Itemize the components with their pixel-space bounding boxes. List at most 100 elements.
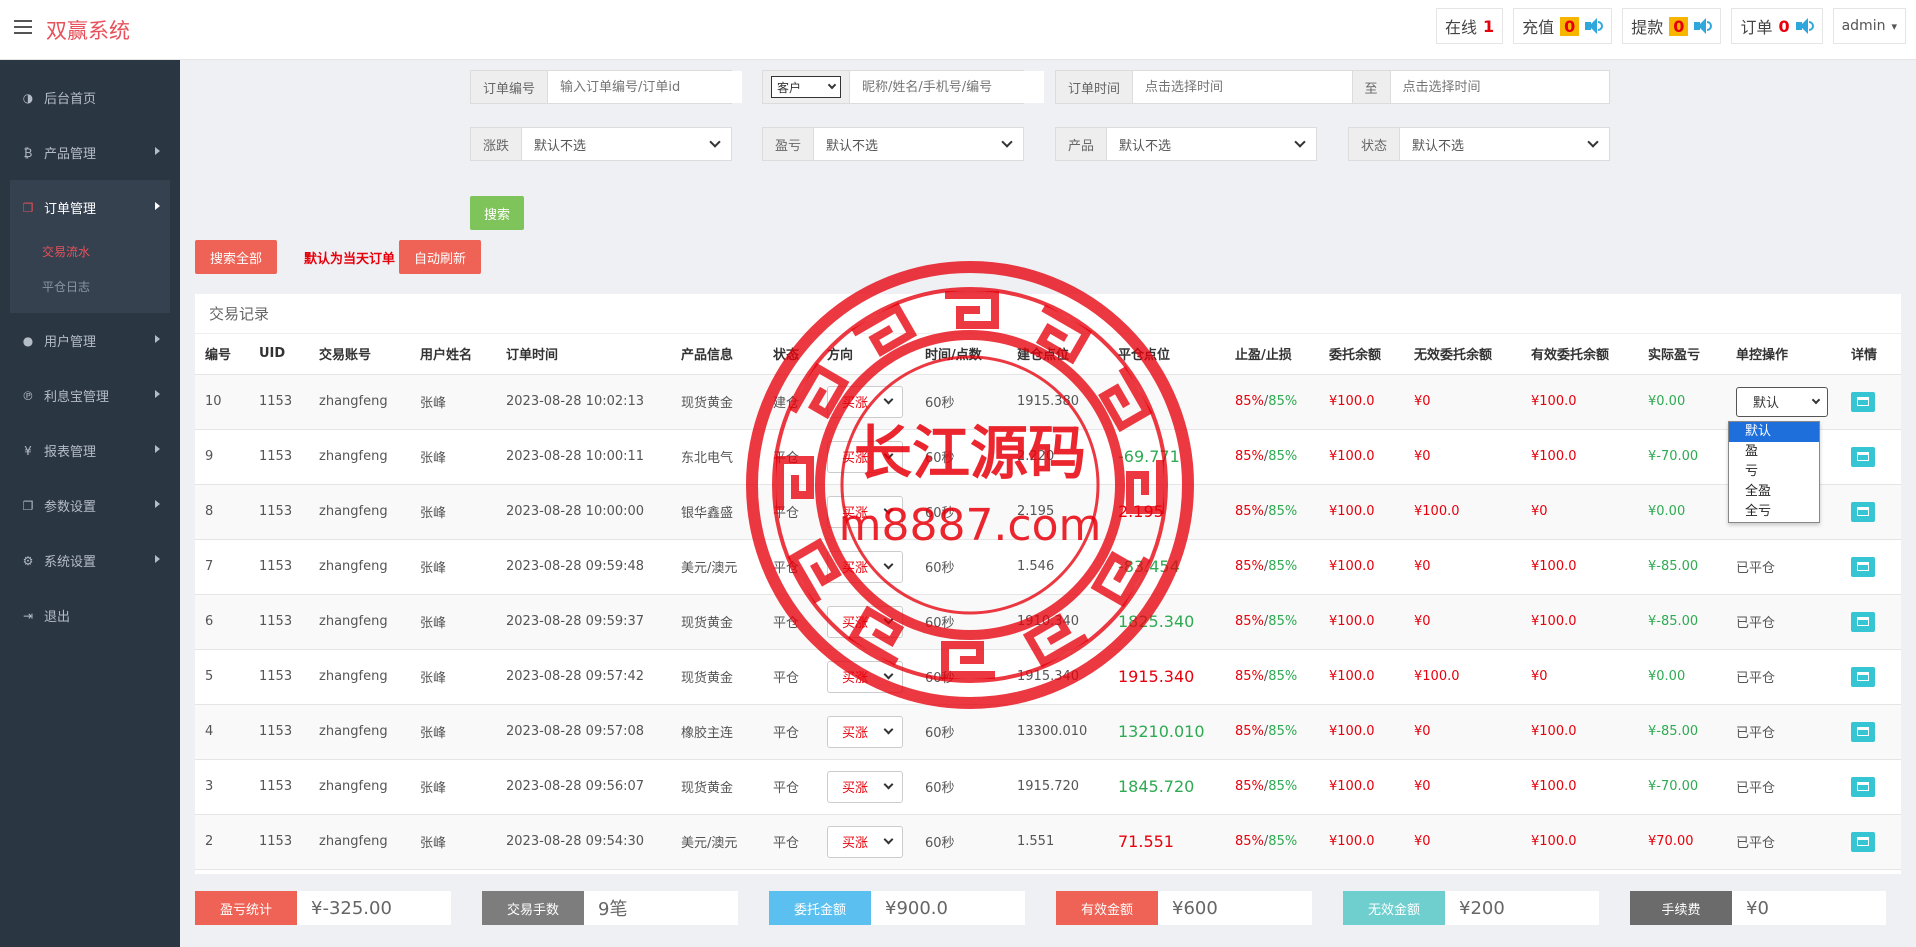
chevron-down-icon (883, 834, 894, 845)
cell-entrust: ¥100.0 (1319, 759, 1404, 815)
detail-list-icon[interactable] (1851, 501, 1875, 522)
detail-list-icon[interactable] (1851, 391, 1875, 412)
detail-list-icon[interactable] (1851, 556, 1875, 577)
cell-direction: 买涨 (817, 704, 915, 760)
chevron-right-icon (155, 390, 160, 398)
detail-list-icon[interactable] (1851, 611, 1875, 632)
cell-uid: 1153 (249, 759, 309, 815)
cell-name: 张峰 (410, 759, 496, 815)
direction-select[interactable]: 买涨 (827, 715, 903, 748)
header-stat-2[interactable]: 提款 0 (1622, 8, 1722, 44)
detail-list-icon[interactable] (1851, 666, 1875, 687)
cell-status: 平仓 (763, 594, 817, 650)
cell-uid: 1153 (249, 484, 309, 540)
direction-select[interactable]: 买涨 (827, 770, 903, 803)
cell-direction: 买涨 (817, 759, 915, 815)
sidebar-group-padding (10, 305, 170, 313)
customer-type-select[interactable]: 客户 (771, 76, 841, 98)
cell-control: 已平仓 (1726, 814, 1841, 870)
summary-stat-0: 盈亏统计 ¥-325.00 (195, 891, 451, 925)
control-option[interactable]: 全盈 (1729, 482, 1819, 502)
order-time-start-input[interactable] (1133, 71, 1352, 103)
cell-entrust: ¥100.0 (1319, 704, 1404, 760)
cell-entrust: ¥100.0 (1319, 484, 1404, 540)
sidebar-subitem-0[interactable]: 交易流水 (10, 235, 170, 270)
cell-tp-sl: 85%/85% (1225, 704, 1319, 760)
control-option[interactable]: 默认 (1729, 422, 1819, 442)
table-row: 10 1153 zhangfeng 张峰 2023-08-28 10:02:13 现货黄金… (195, 374, 1901, 430)
search-all-button[interactable]: 搜索全部 (195, 240, 277, 274)
header-stat-0[interactable]: 在线 1 (1435, 8, 1504, 44)
sidebar-subitem-1[interactable]: 平仓日志 (10, 270, 170, 305)
status-select[interactable]: 默认不选 (1400, 128, 1609, 160)
cell-entrust: ¥100.0 (1319, 429, 1404, 485)
cell-open: 1915.380 (1007, 374, 1108, 430)
chevron-down-icon (709, 136, 721, 148)
cell-invalid: ¥0 (1404, 374, 1521, 430)
sidebar-item-3[interactable]: ● 用户管理 (0, 313, 180, 368)
cell-valid: ¥100.0 (1521, 814, 1638, 870)
detail-list-icon[interactable] (1851, 831, 1875, 852)
detail-list-icon[interactable] (1851, 776, 1875, 797)
admin-user-menu[interactable]: admin (1832, 8, 1906, 44)
direction-select[interactable]: 买涨 (827, 495, 903, 528)
speaker-icon[interactable] (1694, 18, 1713, 34)
product-select[interactable]: 默认不选 (1107, 128, 1316, 160)
sidebar-item-8[interactable]: ⇥ 退出 (0, 588, 180, 643)
profit-loss-select[interactable]: 默认不选 (814, 128, 1023, 160)
sidebar-item-1[interactable]: ₿ 产品管理 (0, 125, 180, 180)
search-button[interactable]: 搜索 (470, 196, 524, 230)
speaker-icon[interactable] (1795, 18, 1814, 34)
control-select[interactable]: 默认 (1736, 386, 1828, 417)
direction-select[interactable]: 买涨 (827, 660, 903, 693)
detail-list-icon[interactable] (1851, 721, 1875, 742)
direction-select[interactable]: 买涨 (827, 825, 903, 858)
order-time-end-input[interactable] (1390, 71, 1609, 103)
cell-detail (1841, 594, 1901, 650)
summary-stat-4: 无效金额 ¥200 (1343, 891, 1599, 925)
direction-select[interactable]: 买涨 (827, 550, 903, 583)
direction-select[interactable]: 买涨 (827, 605, 903, 638)
chevron-down-icon (883, 504, 894, 515)
sidebar-item-2[interactable]: ❐ 订单管理 (10, 180, 170, 235)
cell-control: 已平仓 (1726, 539, 1841, 595)
cell-product: 东北电气 (671, 429, 763, 485)
cell-time: 2023-08-28 09:56:07 (496, 759, 671, 815)
cell-open: 1.551 (1007, 814, 1108, 870)
sidebar-item-0[interactable]: ◑ 后台首页 (0, 70, 180, 125)
sidebar-item-6[interactable]: ❐ 参数设置 (0, 478, 180, 533)
control-options-dropdown[interactable]: 默认盈亏全盈 全亏 (1728, 421, 1820, 523)
control-option[interactable]: 盈 (1729, 442, 1819, 462)
sidebar-item-4[interactable]: ℗ 利息宝管理 (0, 368, 180, 423)
detail-list-icon[interactable] (1851, 446, 1875, 467)
chevron-down-icon (883, 669, 894, 680)
summary-stat-value: ¥200 (1459, 897, 1505, 919)
control-option[interactable]: 全亏 (1729, 502, 1819, 522)
sidebar-item-7[interactable]: ⚙ 系统设置 (0, 533, 180, 588)
gears-icon: ⚙ (22, 553, 34, 568)
cell-close: -83.454 (1108, 539, 1225, 595)
cell-id: 5 (195, 649, 249, 705)
control-option[interactable]: 亏 (1729, 462, 1819, 482)
header-stat-3[interactable]: 订单 0 (1731, 8, 1823, 44)
column-header: 单控操作 (1726, 334, 1841, 375)
column-header: UID (249, 334, 309, 375)
direction-select[interactable]: 买涨 (827, 440, 903, 473)
customer-input[interactable] (850, 71, 1044, 103)
menu-toggle-icon[interactable] (14, 20, 32, 34)
sidebar-item-label: 利息宝管理 (44, 390, 110, 405)
header-stats: 在线 1 充值 0 提款 0 订单 0 admin (1435, 8, 1906, 44)
customer-filter: 客户 (762, 70, 1044, 104)
speaker-icon[interactable] (1585, 18, 1604, 34)
auto-refresh-button[interactable]: 自动刷新 (399, 240, 481, 274)
direction-select[interactable]: 买涨 (827, 385, 903, 418)
header-stat-1[interactable]: 充值 0 (1513, 8, 1613, 44)
sidebar-item-5[interactable]: ¥ 报表管理 (0, 423, 180, 478)
rise-fall-select[interactable]: 默认不选 (522, 128, 731, 160)
order-no-input[interactable] (548, 71, 743, 103)
chevron-right-icon (155, 445, 160, 453)
header-stat-count: 0 (1778, 16, 1790, 36)
cell-time: 2023-08-28 10:00:00 (496, 484, 671, 540)
cell-close: 1845.720 (1108, 759, 1225, 815)
cell-account: zhangfeng (309, 594, 410, 650)
